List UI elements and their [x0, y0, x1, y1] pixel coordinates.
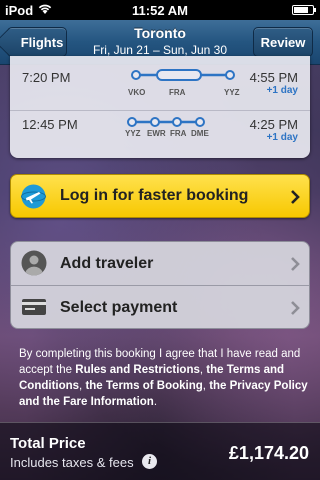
credit-card-icon — [22, 299, 46, 315]
back-button[interactable]: Flights — [7, 27, 67, 57]
booking-actions-list: Add traveler Select payment — [10, 241, 310, 329]
select-payment-label: Select payment — [60, 299, 178, 316]
terms-suffix: . — [153, 396, 158, 408]
add-traveler-label: Add traveler — [60, 255, 154, 272]
stop-marker — [225, 70, 235, 80]
total-price-label: Total Price — [10, 435, 86, 452]
info-icon[interactable]: i — [142, 454, 157, 469]
stop-marker — [195, 117, 205, 127]
rules-link[interactable]: Rules and Restrictions — [75, 364, 200, 376]
total-price-value: £1,174.20 — [228, 443, 309, 463]
add-traveler-row[interactable]: Add traveler — [11, 242, 309, 286]
date-range: Fri, Jun 21 – Sun, Jun 30 — [92, 43, 228, 57]
stop-marker — [172, 117, 182, 127]
flight-row-outbound: 7:20 PM VKO FRA YYZ 4:55 PM +1 day — [10, 64, 310, 110]
route-diagram-outbound: VKO FRA YYZ — [128, 69, 240, 97]
stop-code: EWR — [147, 129, 166, 138]
stop-code: FRA — [169, 88, 186, 97]
battery-icon — [292, 5, 316, 15]
stop-code: VKO — [128, 88, 145, 97]
globe-plane-icon — [21, 184, 46, 209]
terms-booking-link[interactable]: the Terms of Booking — [85, 380, 202, 392]
route-diagram-return: YYZ EWR FRA DME — [125, 117, 209, 138]
chevron-right-icon — [291, 301, 300, 315]
stop-marker — [150, 117, 160, 127]
login-button-label: Log in for faster booking — [60, 187, 249, 204]
battery-fill — [294, 7, 309, 13]
arrival-time: 4:55 PM — [249, 70, 298, 85]
departure-time: 7:20 PM — [22, 70, 71, 85]
stop-marker — [131, 70, 141, 80]
review-button-label: Review — [260, 35, 306, 50]
chevron-right-icon — [291, 190, 300, 204]
destination-title: Toronto — [134, 25, 186, 41]
taxes-fees-note: Includes taxes & fees — [10, 455, 134, 470]
stop-code: FRA — [170, 129, 187, 138]
select-payment-row[interactable]: Select payment — [11, 286, 309, 328]
stop-code: YYZ — [125, 129, 141, 138]
login-button[interactable]: Log in for faster booking — [10, 174, 310, 218]
terms-agreement-text: By completing this booking I agree that … — [19, 346, 309, 410]
day-offset: +1 day — [266, 85, 298, 96]
clock: 11:52 AM — [132, 3, 188, 18]
avatar-icon — [21, 250, 47, 276]
status-bar: iPod 11:52 AM — [0, 0, 320, 20]
total-price-footer: Total Price Includes taxes & fees i £1,1… — [0, 422, 320, 480]
arrival-time: 4:25 PM — [249, 117, 298, 132]
nav-title: Toronto Fri, Jun 21 – Sun, Jun 30 — [80, 25, 240, 57]
review-button[interactable]: Review — [253, 27, 313, 57]
day-offset: +1 day — [266, 132, 298, 143]
stop-marker — [127, 117, 137, 127]
departure-time: 12:45 PM — [22, 117, 78, 132]
back-button-label: Flights — [20, 35, 64, 50]
stop-code: YYZ — [224, 88, 240, 97]
flight-row-return: 12:45 PM YYZ EWR FRA DME 4:25 PM +1 day — [10, 110, 310, 157]
stop-code: DME — [191, 129, 209, 138]
flight-summary-card: 7:20 PM VKO FRA YYZ 4:55 PM +1 day 12:45… — [10, 56, 310, 158]
chevron-right-icon — [291, 257, 300, 271]
